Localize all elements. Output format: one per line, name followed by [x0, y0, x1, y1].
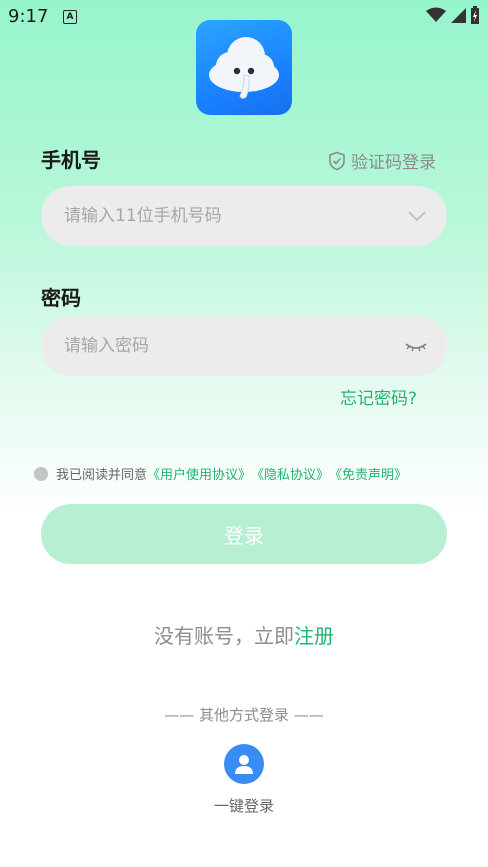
phone-field[interactable] [41, 186, 447, 246]
one-key-login-label[interactable]: 一键登录 [0, 795, 488, 816]
password-input[interactable] [62, 335, 396, 357]
phone-label: 手机号 [41, 148, 101, 172]
password-label: 密码 [41, 286, 81, 310]
password-field[interactable] [41, 316, 447, 376]
eye-closed-icon[interactable] [405, 334, 427, 358]
code-login-link[interactable]: 验证码登录 [328, 148, 436, 173]
agreement-row: 我已阅读并同意 《用户使用协议》 《隐私协议》 《免责声明》 [34, 464, 407, 483]
phone-input[interactable] [62, 205, 396, 227]
battery-charging-icon [471, 6, 479, 24]
signal-icon [451, 8, 466, 23]
forgot-password-link[interactable]: 忘记密码? [340, 384, 417, 409]
status-icons [426, 6, 480, 24]
agreement-text: 我已阅读并同意 [56, 468, 148, 483]
login-button[interactable]: 登录 [41, 504, 447, 564]
register-text: 没有账号，立即 [154, 624, 294, 648]
shield-icon [329, 151, 345, 170]
register-row: 没有账号，立即注册 [0, 620, 488, 649]
agreement-radio[interactable] [34, 466, 48, 481]
user-icon[interactable] [224, 744, 264, 784]
disclaimer-link[interactable]: 《免责声明》 [329, 464, 407, 483]
status-time: 9:17 [8, 6, 49, 27]
privacy-link[interactable]: 《隐私协议》 [251, 464, 329, 483]
cloud-app-icon [196, 20, 292, 115]
chevron-down-icon[interactable] [407, 204, 427, 228]
wifi-icon [426, 7, 446, 22]
code-login-label: 验证码登录 [351, 153, 436, 173]
a-icon: A [63, 10, 77, 24]
other-login-divider: —— 其他方式登录 —— [164, 706, 324, 724]
register-link[interactable]: 注册 [294, 624, 334, 648]
user-agreement-link[interactable]: 《用户使用协议》 [147, 464, 251, 483]
